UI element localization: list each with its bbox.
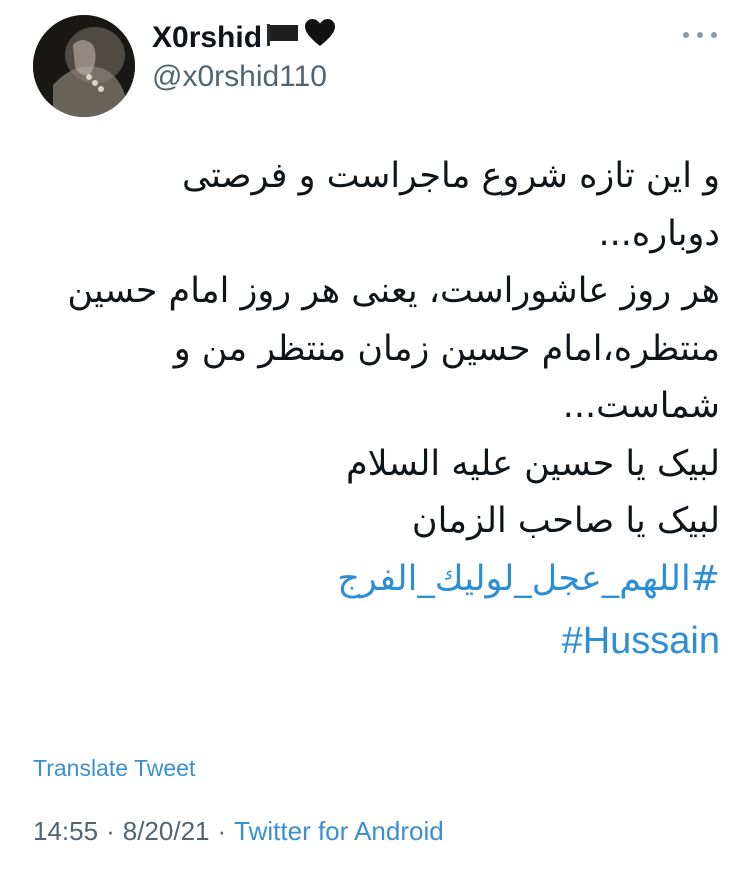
hashtag-link[interactable]: #اللهم_عجل_لولیك_الفرج (337, 559, 720, 599)
dot (683, 32, 689, 38)
avatar[interactable] (33, 15, 135, 117)
display-name[interactable]: X0rshid (152, 18, 336, 57)
tweet-line: لبیک یا حسین علیه السلام (345, 443, 720, 484)
tweet-date: 8/20/21 (122, 816, 210, 846)
black-flag-icon (266, 20, 300, 56)
tweet-line: دوباره... (598, 213, 720, 254)
tweet-source-link[interactable]: Twitter for Android (234, 816, 444, 847)
tweet-meta: 14:55 · 8/20/21 · Twitter for Android (33, 816, 444, 847)
author-block[interactable]: X0rshid @x0rshid110 (152, 18, 336, 95)
separator: · (217, 816, 227, 846)
tweet-line: منتظره،امام حسین زمان منتظر من و (173, 328, 720, 369)
more-horizontal-icon[interactable] (683, 30, 717, 40)
separator: · (106, 816, 115, 846)
tweet-text: و این تازه شروع ماجراست و فرصتی دوباره..… (30, 148, 720, 673)
tweet-line: هر روز عاشوراست، یعنی هر روز امام حسین (67, 271, 720, 311)
tweet-card: X0rshid @x0rshid110 و این تازه شروع ماجر… (0, 0, 750, 871)
tweet-line: لبیک یا صاحب الزمان (411, 501, 720, 541)
dot (697, 32, 703, 38)
tweet-line: شماست... (562, 386, 720, 426)
dot (711, 32, 717, 38)
display-name-text: X0rshid (152, 20, 263, 54)
black-heart-icon (304, 18, 336, 57)
hashtag-link[interactable]: #Hussain (562, 620, 720, 662)
handle[interactable]: @x0rshid110 (152, 59, 336, 95)
translate-tweet-link[interactable]: Translate Tweet (33, 755, 195, 782)
tweet-time: 14:55 (33, 816, 99, 846)
tweet-line: و این تازه شروع ماجراست و فرصتی (181, 156, 720, 196)
